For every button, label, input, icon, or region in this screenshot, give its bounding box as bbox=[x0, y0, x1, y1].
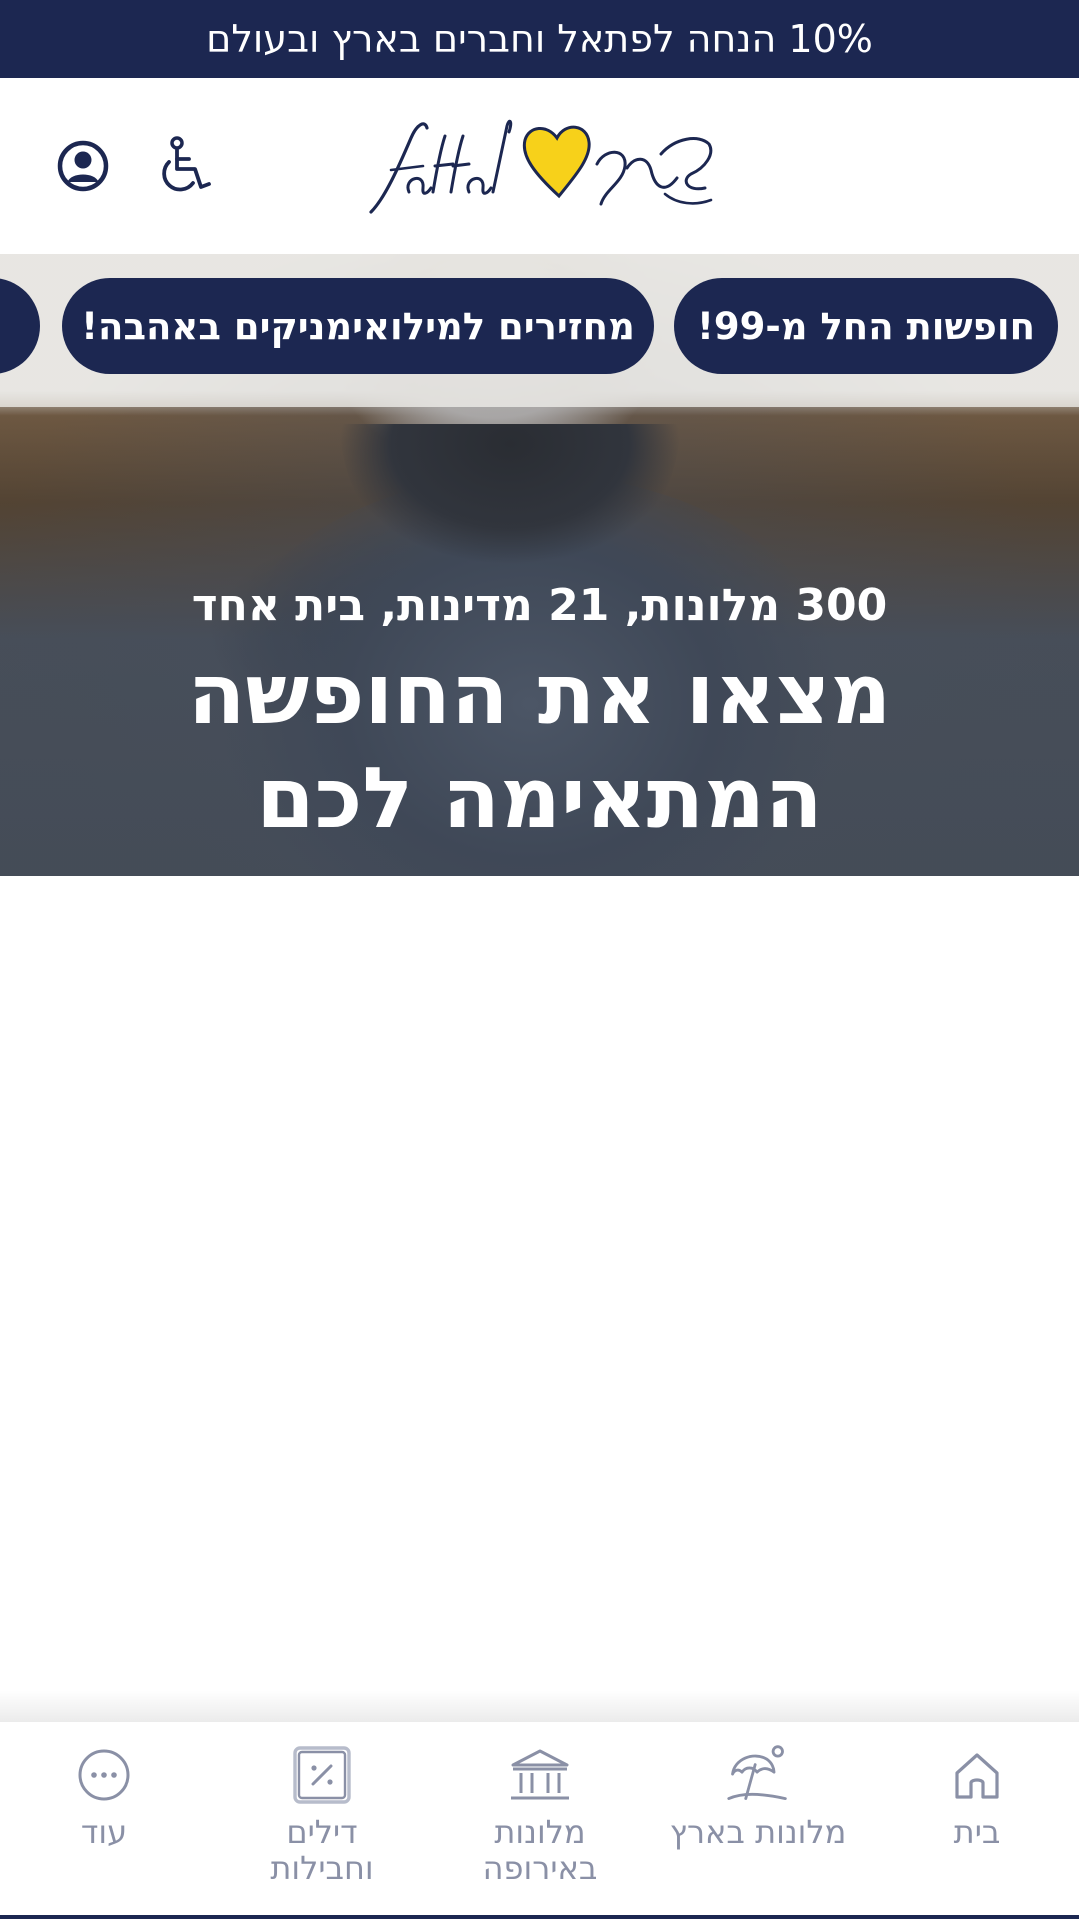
nav-label-israel-hotels: מלונות בארץ bbox=[669, 1813, 847, 1851]
nav-label-deals-line-1: דילים bbox=[286, 1813, 358, 1851]
nav-label-more: עוד bbox=[80, 1813, 128, 1851]
promo-text: 10% הנחה לפתאל וחברים בארץ ובעולם bbox=[206, 17, 873, 61]
nav-label-europe-line-1: מלונות bbox=[494, 1813, 586, 1851]
discount-icon bbox=[289, 1742, 355, 1808]
nav-label-home: בית bbox=[953, 1813, 1001, 1851]
promo-banner[interactable]: 10% הנחה לפתאל וחברים בארץ ובעולם bbox=[0, 0, 1079, 78]
nav-label-europe-line-2: באירופה bbox=[482, 1849, 598, 1887]
campaign-button-partial[interactable] bbox=[0, 278, 40, 374]
campaign-button-label: חופשות החל מ-99! bbox=[697, 304, 1035, 348]
nav-label-europe-hotels: מלונות באירופה bbox=[483, 1814, 598, 1886]
user-account-icon bbox=[57, 140, 109, 192]
campaign-button-holidays[interactable]: חופשות החל מ-99! bbox=[674, 278, 1058, 374]
site-header bbox=[0, 78, 1079, 254]
accessibility-icon bbox=[162, 136, 211, 192]
nav-item-deals[interactable]: דילים וחבילות bbox=[222, 1742, 422, 1886]
hero-title-line-1: מצאו את החופשה bbox=[187, 645, 892, 743]
campaign-button-label: מחזירים למילואימניקים באהבה! bbox=[81, 304, 635, 348]
home-icon bbox=[944, 1742, 1010, 1808]
account-button[interactable] bbox=[47, 130, 119, 202]
fattal-logo-graphic bbox=[369, 119, 713, 214]
nav-item-home[interactable]: בית bbox=[877, 1742, 1077, 1850]
bottom-nav-shadow bbox=[0, 1690, 1079, 1722]
more-dots-icon bbox=[71, 1742, 137, 1808]
nav-item-europe-hotels[interactable]: מלונות באירופה bbox=[440, 1742, 640, 1886]
hero-title: מצאו את החופשה המתאימה לכם bbox=[0, 642, 1079, 850]
campaign-button-reservists[interactable]: מחזירים למילואימניקים באהבה! bbox=[62, 278, 654, 374]
beach-umbrella-icon bbox=[725, 1742, 791, 1808]
hero-subtitle: 300 מלונות, 21 מדינות, בית אחד bbox=[191, 580, 888, 631]
accessibility-button[interactable] bbox=[148, 130, 220, 202]
museum-icon bbox=[507, 1742, 573, 1808]
nav-item-more[interactable]: עוד bbox=[4, 1742, 204, 1850]
nav-item-israel-hotels[interactable]: מלונות בארץ bbox=[658, 1742, 858, 1850]
campaign-buttons-carousel[interactable]: חופשות החל מ-99! מחזירים למילואימניקים ב… bbox=[0, 278, 1079, 378]
hero-text-block: 300 מלונות, 21 מדינות, בית אחד מצאו את ה… bbox=[0, 572, 1079, 850]
page: 10% הנחה לפתאל וחברים בארץ ובעולם חופשות… bbox=[0, 0, 1079, 1919]
nav-label-deals-line-2: וחבילות bbox=[270, 1849, 374, 1887]
fattal-logo[interactable] bbox=[365, 108, 715, 218]
bottom-edge-line bbox=[0, 1915, 1079, 1919]
nav-label-deals: דילים וחבילות bbox=[270, 1814, 373, 1886]
bottom-navigation: בית מלונות בארץ מלונות באירופה דילים וחב… bbox=[0, 1722, 1079, 1919]
hero-title-line-2: המתאימה לכם bbox=[256, 749, 823, 847]
